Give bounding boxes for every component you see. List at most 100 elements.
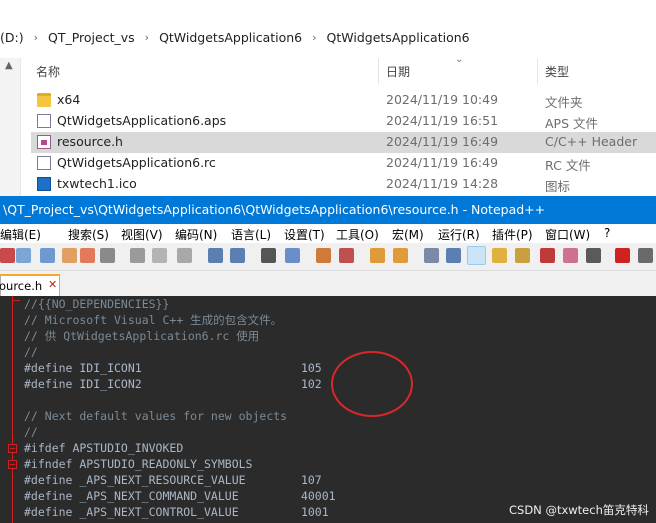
close-icon[interactable]: ✕ [48,278,58,291]
file-row[interactable]: txwtech1.ico 2024/11/19 14:28 图标 [31,174,656,195]
file-type: 图标 [545,179,571,194]
tab-bar: ource.h ✕ [0,271,656,296]
save-icon[interactable] [16,248,31,263]
monitoring-icon[interactable] [586,248,601,263]
replace-icon[interactable] [285,248,300,263]
close-file-icon[interactable] [0,248,15,263]
file-name: resource.h [57,134,123,149]
menu-item-view[interactable]: 视图(V) [121,226,163,243]
file-type: RC 文件 [545,158,591,173]
code-line: #define _APS_NEXT_RESOURCE_VALUE 107 [24,473,322,487]
close-icon[interactable] [62,248,77,263]
file-date: 2024/11/19 16:49 [386,134,499,149]
notepad-title-bar[interactable]: \QT_Project_vs\QtWidgetsApplication6\QtW… [0,196,656,224]
show-all-chars-icon[interactable] [446,248,461,263]
undo-icon[interactable] [208,248,223,263]
file-type: APS 文件 [545,116,598,131]
sync-vertical-icon[interactable] [370,248,385,263]
redo-icon[interactable] [230,248,245,263]
tab-resource-h[interactable]: ource.h ✕ [0,274,60,296]
breadcrumb-folder[interactable]: QT_Project_vs [44,30,139,45]
stop-macro-icon[interactable] [638,248,653,263]
code-line: // [24,345,38,359]
record-macro-icon[interactable] [615,248,630,263]
menu-item-macro[interactable]: 宏(M) [392,226,424,243]
explorer-top-area [0,0,656,24]
code-line: // Microsoft Visual C++ 生成的包含文件。 [24,313,283,327]
menu-item-window[interactable]: 窗口(W) [545,226,590,243]
menu-item-edit[interactable]: 编辑(E) [0,226,41,243]
breadcrumb-drive[interactable]: (D:) [0,30,28,45]
code-line: #define IDI_ICON2 102 [24,377,322,391]
cut-icon[interactable] [130,248,145,263]
code-line: #define _APS_NEXT_CONTROL_VALUE 1001 [24,505,329,519]
file-type: C/C++ Header [545,134,638,149]
fold-toggle-icon[interactable] [8,444,17,453]
zoom-in-icon[interactable] [316,248,331,263]
file-row[interactable]: QtWidgetsApplication6.aps 2024/11/19 16:… [31,111,656,132]
header-file-icon [37,135,51,149]
zoom-out-icon[interactable] [339,248,354,263]
column-divider[interactable] [537,58,538,84]
menu-item-help[interactable]: ? [604,226,610,240]
code-line: #define IDI_ICON1 105 [24,361,322,375]
rc-file-icon [37,156,51,170]
code-line: // Next default values for new objects [24,409,288,423]
menu-item-settings[interactable]: 设置(T) [284,226,325,243]
fold-toggle-icon[interactable] [8,460,17,469]
column-divider[interactable] [378,58,379,84]
file-date: 2024/11/19 14:28 [386,176,499,191]
code-line: #define _APS_NEXT_COMMAND_VALUE 40001 [24,489,336,503]
code-line: // 供 QtWidgetsApplication6.rc 使用 [24,329,260,343]
file-row[interactable]: x64 2024/11/19 10:49 文件夹 [31,90,656,111]
breadcrumb: (D:) › QT_Project_vs › QtWidgetsApplicat… [0,26,474,48]
file-row[interactable]: QtWidgetsApplication6.rc 2024/11/19 16:4… [31,153,656,174]
function-list-icon[interactable] [540,248,555,263]
fold-margin[interactable] [0,296,23,523]
column-header-name[interactable]: 名称 [36,63,60,80]
print-icon[interactable] [100,248,115,263]
file-date: 2024/11/19 16:51 [386,113,499,128]
column-header-date[interactable]: 日期 [386,63,410,80]
menu-item-search[interactable]: 搜索(S) [68,226,109,243]
chevron-right-icon: › [144,30,150,44]
paste-icon[interactable] [177,248,192,263]
code-line: #ifndef APSTUDIO_READONLY_SYMBOLS [24,457,253,471]
copy-icon[interactable] [152,248,167,263]
file-type: 文件夹 [545,95,583,110]
find-icon[interactable] [261,248,276,263]
menu-item-language[interactable]: 语言(L) [231,226,271,243]
menu-item-tools[interactable]: 工具(O) [336,226,379,243]
file-name: txwtech1.ico [57,176,137,191]
menu-item-encoding[interactable]: 编码(N) [175,226,217,243]
menu-bar: 编辑(E) 搜索(S) 视图(V) 编码(N) 语言(L) 设置(T) 工具(O… [0,224,656,243]
fold-cap [12,300,20,301]
code-line: #ifdef APSTUDIO_INVOKED [24,441,184,455]
sync-horizontal-icon[interactable] [393,248,408,263]
menu-item-run[interactable]: 运行(R) [438,226,480,243]
chevron-right-icon: › [33,30,38,44]
folder-workspace-icon[interactable] [563,248,578,263]
file-row-selected[interactable]: resource.h 2024/11/19 16:49 C/C++ Header [31,132,656,153]
file-name: QtWidgetsApplication6.rc [57,155,216,170]
annotation-circle [331,351,413,417]
file-date: 2024/11/19 16:49 [386,155,499,170]
breadcrumb-folder[interactable]: QtWidgetsApplication6 [323,30,474,45]
menu-item-plugins[interactable]: 插件(P) [492,226,533,243]
word-wrap-icon[interactable] [424,248,439,263]
window-title: \QT_Project_vs\QtWidgetsApplication6\QtW… [3,202,546,217]
save-all-icon[interactable] [40,248,55,263]
close-all-icon[interactable] [80,248,95,263]
indent-guide-icon[interactable] [467,246,486,265]
breadcrumb-folder[interactable]: QtWidgetsApplication6 [155,30,306,45]
column-header-type[interactable]: 类型 [545,63,569,80]
fold-line [12,296,13,523]
column-header: 名称 日期 类型 [0,58,656,84]
document-map-icon[interactable] [515,248,530,263]
tab-label: ource.h [0,279,43,293]
file-name: QtWidgetsApplication6.aps [57,113,227,128]
file-explorer-window: (D:) › QT_Project_vs › QtWidgetsApplicat… [0,0,656,196]
ico-file-icon [37,177,51,191]
code-editor[interactable]: //{{NO_DEPENDENCIES}} // Microsoft Visua… [0,296,656,523]
user-language-icon[interactable] [492,248,507,263]
